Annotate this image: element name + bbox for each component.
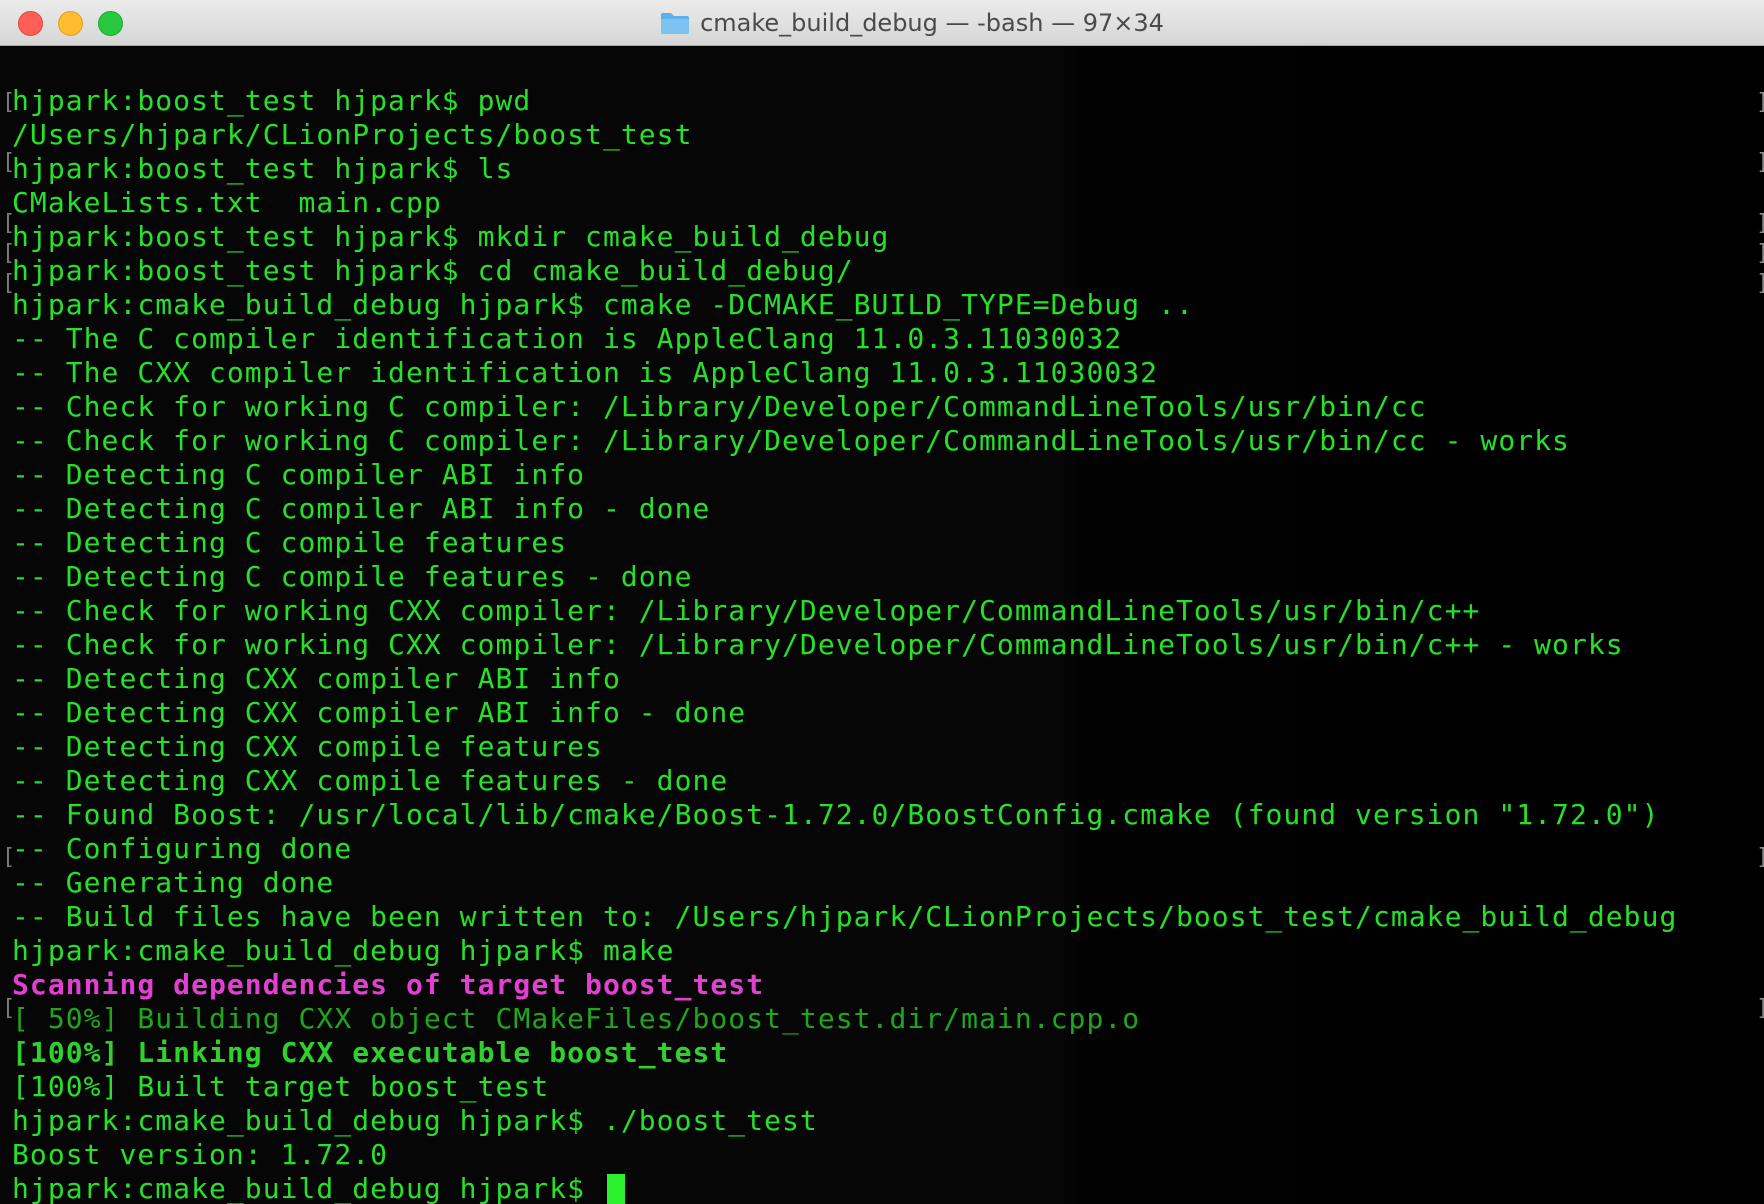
- terminal-window: cmake_build_debug — -bash — 97×34 hjpark…: [0, 0, 1764, 1204]
- prompt-line: hjpark:cmake_build_debug hjpark$ make: [12, 934, 675, 967]
- output-line: -- Found Boost: /usr/local/lib/cmake/Boo…: [12, 798, 1660, 831]
- mark-bracket: [: [2, 211, 16, 236]
- close-button[interactable]: [18, 11, 43, 36]
- mark-bracket: [: [2, 150, 16, 175]
- output-line: -- The CXX compiler identification is Ap…: [12, 356, 1159, 389]
- output-line: -- Detecting CXX compiler ABI info: [12, 662, 621, 695]
- zoom-button[interactable]: [98, 11, 123, 36]
- title-bar[interactable]: cmake_build_debug — -bash — 97×34: [0, 0, 1764, 46]
- output-line: -- Check for working C compiler: /Librar…: [12, 424, 1570, 457]
- prompt-line: hjpark:cmake_build_debug hjpark$ cmake -…: [12, 288, 1194, 321]
- output-line: -- Check for working CXX compiler: /Libr…: [12, 594, 1481, 627]
- text-cursor: [606, 1174, 625, 1204]
- mark-bracket: [: [2, 90, 16, 115]
- output-line: -- Detecting C compiler ABI info - done: [12, 492, 711, 525]
- mark-bracket: [: [2, 241, 16, 266]
- mark-bracket: ]: [1756, 271, 1764, 297]
- terminal-output: hjpark:boost_test hjpark$ pwd /Users/hjp…: [12, 84, 1677, 1204]
- window-title-group: cmake_build_debug — -bash — 97×34: [0, 0, 1764, 46]
- minimize-button[interactable]: [58, 11, 83, 36]
- output-line: -- Check for working C compiler: /Librar…: [12, 390, 1427, 423]
- mark-bracket: ]: [1756, 845, 1764, 871]
- prompt-line: hjpark:boost_test hjpark$ pwd: [12, 84, 532, 117]
- output-line: -- Detecting C compile features: [12, 526, 568, 559]
- current-prompt-line[interactable]: hjpark:cmake_build_debug hjpark$: [12, 1172, 1677, 1204]
- mark-bracket: [: [2, 271, 16, 296]
- output-line: -- Detecting CXX compile features: [12, 730, 603, 763]
- output-line: -- Detecting C compile features - done: [12, 560, 693, 593]
- output-line: -- Build files have been written to: /Us…: [12, 900, 1678, 933]
- output-line: -- Detecting CXX compile features - done: [12, 764, 729, 797]
- output-line: Boost version: 1.72.0: [12, 1138, 389, 1171]
- mark-bracket: ]: [1756, 90, 1764, 116]
- mark-bracket: [: [2, 996, 16, 1021]
- current-prompt: hjpark:cmake_build_debug hjpark$: [12, 1172, 603, 1204]
- output-line-progress: [100%] Linking CXX executable boost_test: [12, 1036, 729, 1069]
- output-line-highlight: Scanning dependencies of target boost_te…: [12, 968, 765, 1001]
- mark-bracket: ]: [1756, 241, 1764, 267]
- folder-icon: [661, 13, 690, 34]
- mark-bracket: ]: [1756, 150, 1764, 176]
- output-line: CMakeLists.txt main.cpp: [12, 186, 442, 219]
- output-line-progress: [ 50%] Building CXX object CMakeFiles/bo…: [12, 1002, 1141, 1035]
- window-title: cmake_build_debug — -bash — 97×34: [700, 9, 1164, 37]
- output-line: -- Detecting C compiler ABI info: [12, 458, 586, 491]
- output-line: -- The C compiler identification is Appl…: [12, 322, 1123, 355]
- prompt-line: hjpark:boost_test hjpark$ ls: [12, 152, 514, 185]
- output-line: -- Check for working CXX compiler: /Libr…: [12, 628, 1624, 661]
- output-line: -- Generating done: [12, 866, 335, 899]
- mark-bracket: [: [2, 845, 16, 870]
- output-line: -- Configuring done: [12, 832, 353, 865]
- prompt-line: hjpark:boost_test hjpark$ mkdir cmake_bu…: [12, 220, 890, 253]
- terminal-content[interactable]: hjpark:boost_test hjpark$ pwd /Users/hjp…: [0, 46, 1764, 1204]
- output-line: /Users/hjpark/CLionProjects/boost_test: [12, 118, 693, 151]
- mark-bracket: ]: [1756, 211, 1764, 237]
- mark-bracket: ]: [1756, 996, 1764, 1022]
- output-line-progress: [100%] Built target boost_test: [12, 1070, 550, 1103]
- prompt-line: hjpark:cmake_build_debug hjpark$ ./boost…: [12, 1104, 818, 1137]
- output-line: -- Detecting CXX compiler ABI info - don…: [12, 696, 747, 729]
- prompt-line: hjpark:boost_test hjpark$ cd cmake_build…: [12, 254, 854, 287]
